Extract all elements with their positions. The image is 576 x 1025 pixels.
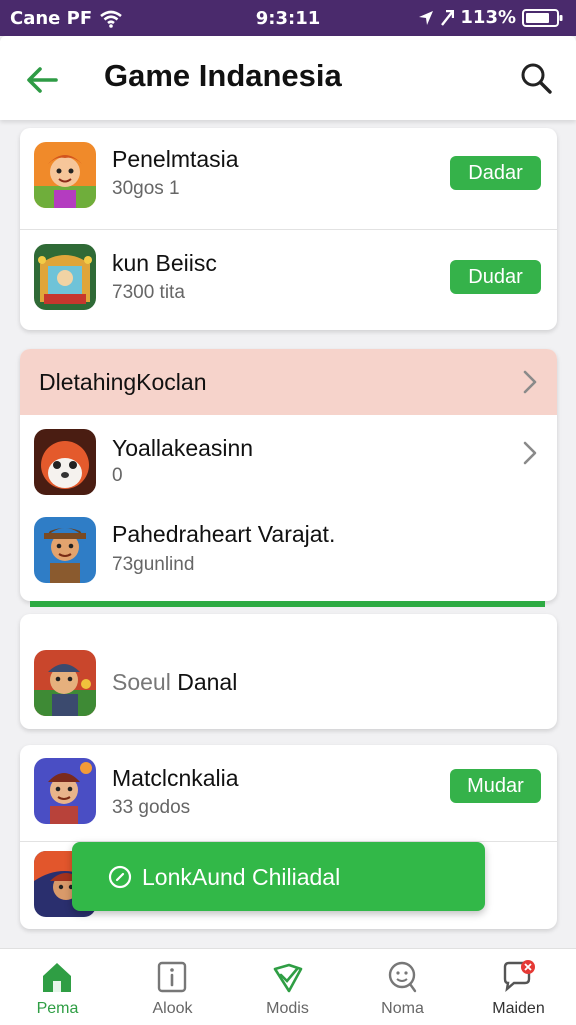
search-icon[interactable] <box>518 60 554 96</box>
section-header[interactable]: DletahingKoclan <box>20 349 557 415</box>
nav-item-maiden[interactable]: Maiden <box>461 949 576 1025</box>
status-right: 113% <box>418 7 564 28</box>
nav-label: Alook <box>152 1000 193 1017</box>
list-item[interactable]: Matclcnkalia 33 godos Mudar <box>20 745 557 841</box>
nav-item-alook[interactable]: Alook <box>115 949 230 1025</box>
nav-item-home[interactable]: Pema <box>0 949 115 1025</box>
download-button[interactable]: Dudar <box>450 260 541 294</box>
tag-icon <box>273 963 303 993</box>
status-bar: Cane PF 9:3:11 113% <box>0 0 576 36</box>
face-chat-icon <box>388 961 417 993</box>
download-button[interactable]: Mudar <box>450 769 541 803</box>
home-icon <box>43 963 71 992</box>
battery-icon <box>522 8 563 27</box>
item-name: Penelmtasia <box>112 146 239 172</box>
section-accent-bar <box>30 601 545 607</box>
game-icon <box>34 429 96 495</box>
chevron-right-icon <box>523 441 537 465</box>
list-item[interactable]: kun Beiisc 7300 tita Dudar <box>20 230 557 330</box>
section-card: DletahingKoclan Yoallakeasinn 0 Pahedrah… <box>20 349 557 601</box>
item-name-prefix: Soeul <box>112 669 171 695</box>
item-subtitle: 7300 tita <box>112 282 185 303</box>
item-name: kun Beiisc <box>112 250 217 276</box>
nav-item-noma[interactable]: Noma <box>345 949 460 1025</box>
game-icon <box>34 142 96 208</box>
game-icon <box>34 758 96 824</box>
page-title: Game Indanesia <box>104 58 342 93</box>
list-item[interactable]: Yoallakeasinn 0 <box>20 415 557 505</box>
nav-label: Modis <box>266 1000 309 1017</box>
section-title: DletahingKoclan <box>39 369 207 395</box>
game-icon <box>34 650 96 716</box>
nav-label: Pema <box>36 1000 79 1017</box>
download-button[interactable]: Dadar <box>450 156 541 190</box>
toast-notification[interactable]: LonkAund Chiliadal <box>72 842 485 911</box>
list-item[interactable]: Penelmtasia 30gos 1 Dadar <box>20 128 557 229</box>
item-name: Yoallakeasinn <box>112 435 254 461</box>
toast-text: LonkAund Chiliadal <box>142 864 341 890</box>
arrow-left-icon[interactable] <box>22 60 62 100</box>
item-subtitle: 0 <box>112 465 123 486</box>
nav-label: Noma <box>381 1000 424 1017</box>
app-bar: Game Indanesia <box>0 36 576 120</box>
chat-badge-icon <box>503 960 535 993</box>
game-list-card-top: Penelmtasia 30gos 1 Dadar kun Beiisc 730… <box>20 128 557 330</box>
nav-item-modis[interactable]: Modis <box>230 949 345 1025</box>
chevron-right-icon <box>523 370 537 394</box>
check-circle-icon <box>108 865 132 889</box>
info-box-icon <box>157 961 187 993</box>
item-name: Pahedraheart Varajat. <box>112 521 336 547</box>
item-subtitle: 73gunlind <box>112 554 195 575</box>
item-name: Matclcnkalia <box>112 765 239 791</box>
item-subtitle: 30gos 1 <box>112 178 180 199</box>
game-icon <box>34 517 96 583</box>
single-item-card: Soeul Danal <box>20 614 557 729</box>
item-name-suffix: Danal <box>177 669 238 695</box>
nav-label: Maiden <box>492 1000 545 1017</box>
bottom-navigation: Pema Alook Modis Noma Maiden <box>0 948 576 1025</box>
list-item[interactable]: Pahedraheart Varajat. 73gunlind <box>20 505 557 601</box>
battery-percent: 113% <box>460 7 516 28</box>
item-name: Soeul Danal <box>112 669 237 696</box>
signal-arrow-icon <box>441 9 455 26</box>
location-icon <box>419 10 434 25</box>
game-icon <box>34 244 96 310</box>
list-item[interactable]: Soeul Danal <box>20 614 557 729</box>
item-subtitle: 33 godos <box>112 797 191 818</box>
